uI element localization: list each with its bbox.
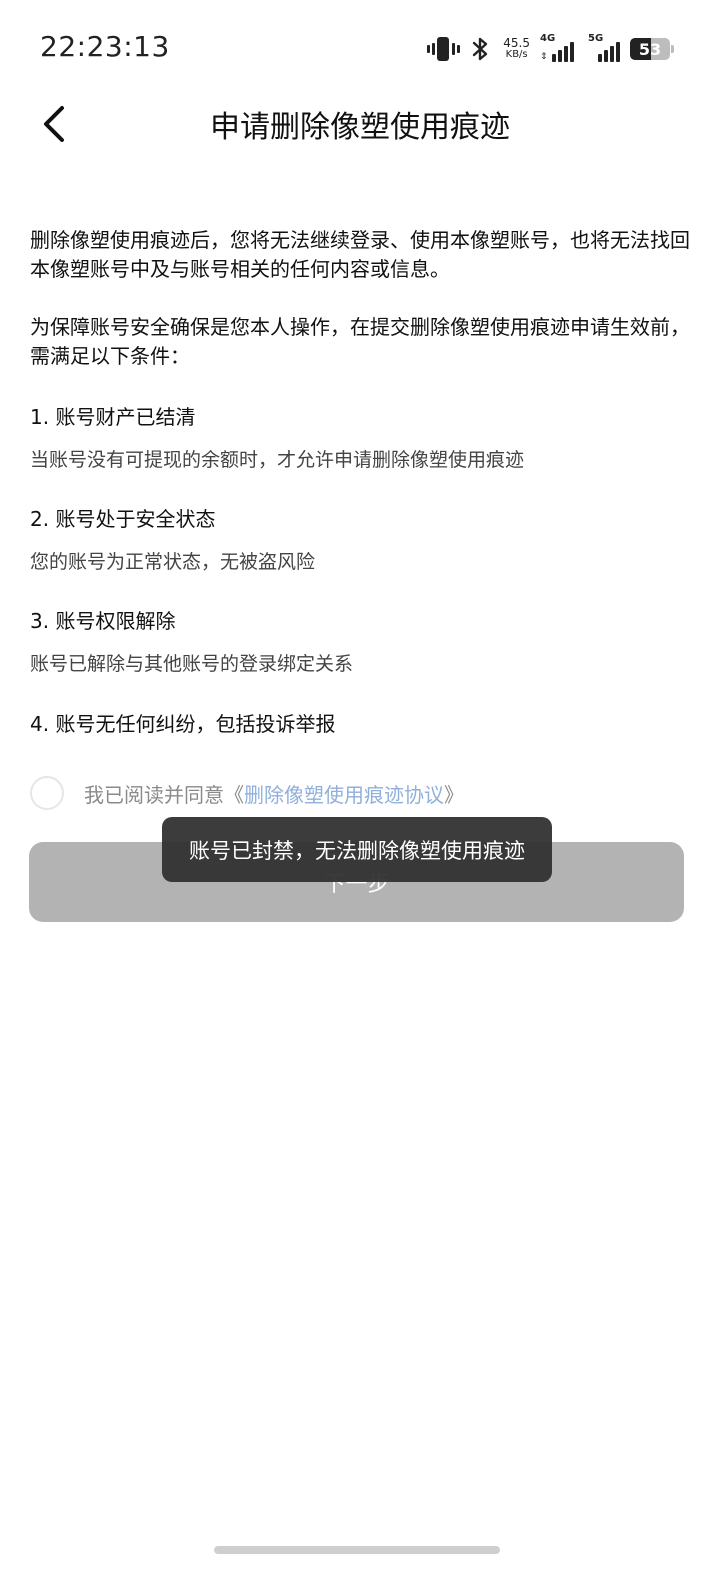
agreement-link[interactable]: 删除像塑使用痕迹协议 [244, 783, 444, 807]
home-indicator[interactable] [214, 1546, 500, 1554]
bluetooth-icon [473, 37, 488, 61]
intro-paragraph-2: 为保障账号安全确保是您本人操作，在提交删除像塑使用痕迹申请生效前，需满足以下条件… [30, 315, 690, 368]
agreement-text: 我已阅读并同意《删除像塑使用痕迹协议》 [84, 779, 464, 808]
signal-4g-icon: 4G ⇕ [540, 33, 576, 62]
signal-4g-label: 4G [540, 33, 556, 44]
page-title: 申请删除像塑使用痕迹 [210, 110, 510, 145]
agreement-row[interactable]: 我已阅读并同意《删除像塑使用痕迹协议》 [30, 774, 464, 812]
vibrate-icon [427, 35, 460, 63]
status-bar: 22:23:13 45.5 KB/s 4G ⇕ 5G 53 [0, 0, 720, 96]
agreement-suffix: 》 [444, 782, 464, 807]
network-speed-unit: KB/s [505, 49, 528, 60]
condition-2-title: 2. 账号处于安全状态 [30, 507, 216, 531]
battery-icon: 53 [630, 38, 670, 60]
status-icons: 45.5 KB/s 4G ⇕ 5G 53 [427, 33, 674, 64]
network-speed-value: 45.5 [503, 36, 530, 50]
signal-5g-label: 5G [588, 33, 604, 44]
toast-message: 账号已封禁，无法删除像塑使用痕迹 [162, 817, 552, 882]
nav-header: 申请删除像塑使用痕迹 [0, 96, 720, 152]
status-time: 22:23:13 [40, 30, 170, 63]
condition-2-desc: 您的账号为正常状态，无被盗风险 [30, 551, 316, 573]
signal-5g-icon: 5G [588, 33, 622, 62]
agreement-prefix: 我已阅读并同意《 [84, 782, 244, 807]
network-speed: 45.5 KB/s [503, 37, 530, 61]
battery-tip [671, 45, 674, 53]
battery-level: 53 [638, 39, 662, 59]
condition-3-title: 3. 账号权限解除 [30, 609, 176, 633]
agreement-checkbox[interactable] [30, 776, 64, 810]
condition-1-title: 1. 账号财产已结清 [30, 405, 196, 429]
condition-4-title: 4. 账号无任何纠纷，包括投诉举报 [30, 712, 336, 736]
condition-3-desc: 账号已解除与其他账号的登录绑定关系 [30, 653, 354, 675]
condition-1-desc: 当账号没有可提现的余额时，才允许申请删除像塑使用痕迹 [30, 449, 525, 471]
intro-paragraph-1: 删除像塑使用痕迹后，您将无法继续登录、使用本像塑账号，也将无法找回本像塑账号中及… [30, 228, 690, 281]
